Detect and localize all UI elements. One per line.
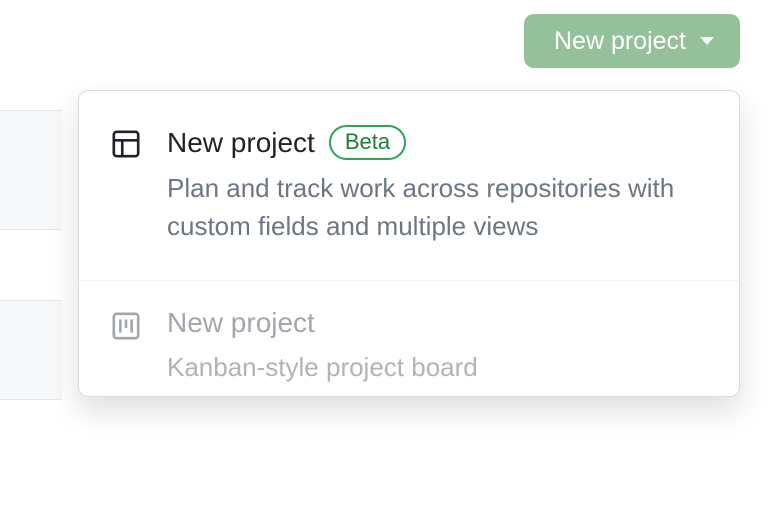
caret-down-icon	[700, 37, 714, 45]
menu-item-description: Plan and track work across repositories …	[167, 170, 705, 245]
menu-item-title-row: New project Beta	[167, 125, 705, 160]
beta-badge: Beta	[329, 125, 406, 160]
new-project-button[interactable]: New project	[524, 14, 740, 68]
new-project-button-label: New project	[554, 27, 686, 56]
menu-item-description: Kanban-style project board	[167, 349, 705, 387]
menu-item-title-row: New project	[167, 307, 705, 339]
menu-item-new-project-beta[interactable]: New project Beta Plan and track work acr…	[79, 91, 739, 280]
menu-item-content: New project Beta Plan and track work acr…	[167, 125, 705, 246]
project-board-icon	[109, 309, 143, 343]
menu-item-title: New project	[167, 127, 315, 159]
background-row	[0, 110, 62, 230]
new-project-dropdown: New project Beta Plan and track work acr…	[78, 90, 740, 397]
menu-item-content: New project Kanban-style project board	[167, 307, 705, 387]
menu-item-new-project-classic[interactable]: New project Kanban-style project board	[79, 280, 739, 397]
table-icon	[109, 127, 143, 161]
background-row	[0, 300, 62, 400]
menu-item-title: New project	[167, 307, 315, 339]
